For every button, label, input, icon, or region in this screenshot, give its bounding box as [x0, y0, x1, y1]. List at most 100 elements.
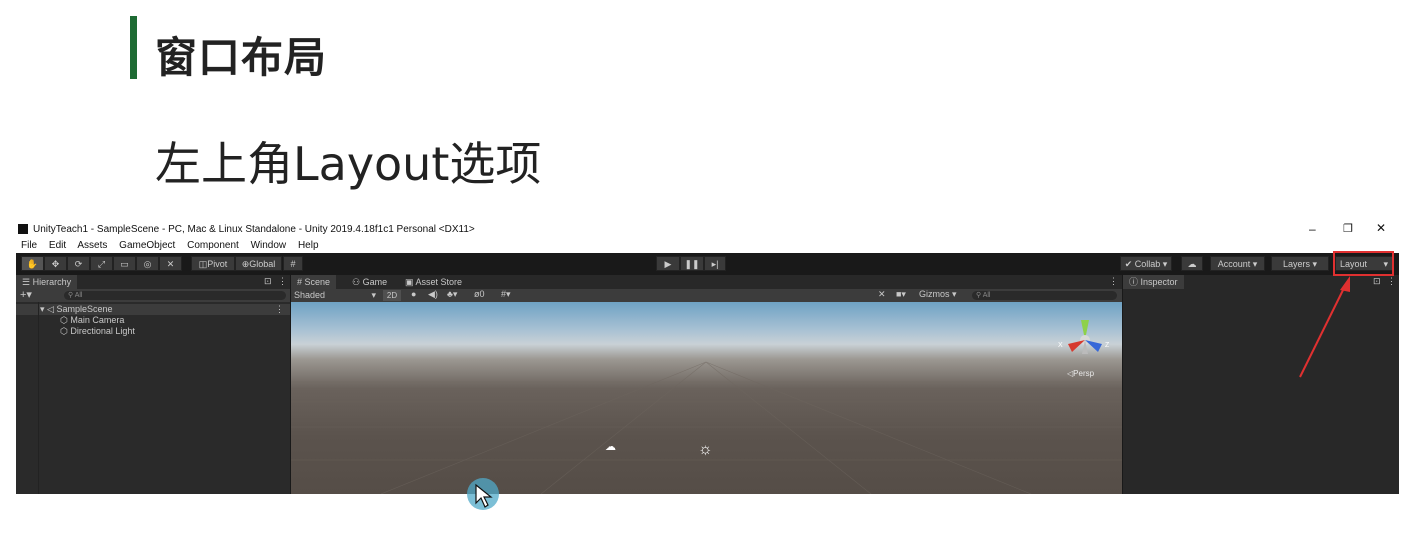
inspector-tab-label: Inspector	[1140, 277, 1178, 287]
window-titlebar: UnityTeach1 - SampleScene - PC, Mac & Li…	[16, 218, 1399, 240]
search-icon: ⚲	[976, 292, 982, 299]
close-button[interactable]: ✕	[1376, 221, 1386, 235]
lock-icon[interactable]: ⊡	[1373, 276, 1381, 287]
divider	[38, 302, 39, 494]
custom-tool-icon[interactable]: ✕	[159, 256, 182, 271]
2d-toggle[interactable]: 2D	[383, 290, 401, 301]
pause-button[interactable]: ❚❚	[680, 256, 704, 271]
axis-gizmo-icon	[1068, 320, 1102, 354]
scene-search-input[interactable]: ⚲ All	[972, 291, 1117, 300]
layers-label: Layers	[1282, 259, 1310, 269]
move-tool-icon[interactable]: ✥	[44, 256, 67, 271]
lighting-icon[interactable]: ●	[411, 289, 416, 299]
scene-toolbar: Shaded ▾ 2D ● ◀) ♣▾ ø0 #▾ ✕ ■▾ Gizmos ▾ ⚲…	[291, 289, 1122, 302]
layers-dropdown[interactable]: Layers ▾	[1271, 256, 1329, 271]
scene-gizmo[interactable]: X Z	[1058, 314, 1118, 362]
collab-label: Collab	[1134, 259, 1161, 269]
slide-subtitle: 左上角Layout选项	[155, 137, 542, 191]
editor-panels: ☰ Hierarchy ⊡ ⋮ +▾ ⚲ All ▾ ◁ SampleScene…	[16, 275, 1399, 494]
store-icon: ▣	[405, 277, 414, 287]
cursor-icon	[475, 483, 493, 508]
gizmo-x-label: X	[1058, 342, 1063, 349]
menu-assets[interactable]: Assets	[77, 240, 107, 251]
grid-toggle-icon[interactable]: #▾	[501, 289, 511, 300]
title-accent-bar	[130, 16, 137, 79]
list-item-label: Main Camera	[70, 315, 125, 325]
scene-tabbar: # Scene ⚇ Game ▣ Asset Store ⋮	[291, 275, 1122, 289]
list-item[interactable]: ⬡ Main Camera	[60, 315, 124, 326]
info-icon: ⓘ	[1129, 277, 1139, 287]
rotate-tool-icon[interactable]: ⟳	[67, 256, 90, 271]
scene-name: SampleScene	[56, 304, 113, 314]
chevron-down-icon: ▾	[371, 290, 376, 300]
more-options-icon[interactable]: ⋮	[1387, 276, 1396, 287]
add-button[interactable]: +▾	[20, 288, 32, 301]
more-options-icon[interactable]: ⋮	[278, 276, 287, 287]
scene-row[interactable]: ▾ ◁ SampleScene ⋮	[16, 304, 290, 315]
hidden-count: 0	[479, 289, 485, 299]
hierarchy-toolbar: +▾ ⚲ All	[16, 289, 290, 302]
menu-file[interactable]: File	[21, 240, 37, 251]
tools-icon[interactable]: ✕	[878, 289, 886, 300]
tab-scene[interactable]: # Scene	[291, 275, 337, 289]
gizmo-z-label: Z	[1105, 342, 1110, 349]
unity-editor-window: UnityTeach1 - SampleScene - PC, Mac & Li…	[16, 218, 1399, 494]
grid-snap-icon[interactable]: #	[283, 256, 303, 271]
hierarchy-tabbar: ☰ Hierarchy ⊡ ⋮	[16, 275, 290, 289]
hand-tool-icon[interactable]: ✋	[21, 256, 44, 271]
lock-icon[interactable]: ⊡	[264, 276, 272, 287]
list-item-label: Directional Light	[70, 326, 135, 336]
hidden-objects-toggle[interactable]: ø0	[474, 289, 485, 299]
shading-dropdown[interactable]: Shaded ▾	[292, 289, 380, 302]
restore-button[interactable]: ❐	[1343, 222, 1353, 235]
tab-game[interactable]: ⚇ Game	[346, 275, 393, 289]
tab-inspector[interactable]: ⓘ Inspector	[1123, 275, 1184, 289]
scale-tool-icon[interactable]: ⤢	[90, 256, 113, 271]
step-button[interactable]: ▸|	[704, 256, 726, 271]
menu-bar: File Edit Assets GameObject Component Wi…	[16, 239, 1399, 253]
expand-arrow-icon: ▾	[40, 304, 45, 314]
menu-window[interactable]: Window	[251, 240, 287, 251]
slide-title: 窗口布局	[155, 33, 328, 82]
collab-dropdown[interactable]: ✔ Collab ▾	[1120, 256, 1172, 271]
global-label: Global	[249, 259, 276, 269]
pivot-label: Pivot	[207, 259, 228, 269]
menu-help[interactable]: Help	[298, 240, 319, 251]
account-dropdown[interactable]: Account ▾	[1210, 256, 1265, 271]
scene-menu-icon[interactable]: ⋮	[275, 304, 284, 315]
gizmos-dropdown[interactable]: Gizmos ▾	[919, 289, 965, 300]
pivot-toggle[interactable]: ◫Pivot	[191, 256, 235, 271]
persp-toggle[interactable]: ◁Persp	[1067, 369, 1094, 378]
camera-gizmo-icon[interactable]: ☁	[605, 440, 616, 453]
transform-tool-icon[interactable]: ◎	[136, 256, 159, 271]
audio-icon[interactable]: ◀)	[428, 289, 438, 300]
window-title: UnityTeach1 - SampleScene - PC, Mac & Li…	[33, 224, 475, 235]
shading-label: Shaded	[294, 290, 326, 300]
collab-icon: ✔	[1124, 259, 1133, 269]
global-toggle[interactable]: ⊕Global	[235, 256, 282, 271]
rect-tool-icon[interactable]: ▭	[113, 256, 136, 271]
list-item[interactable]: ⬡ Directional Light	[60, 326, 135, 337]
play-button[interactable]: ▶	[656, 256, 680, 271]
menu-component[interactable]: Component	[187, 240, 239, 251]
hierarchy-search-input[interactable]: ⚲ All	[64, 291, 286, 300]
more-options-icon[interactable]: ⋮	[1109, 276, 1118, 287]
gizmos-label: Gizmos	[919, 289, 950, 299]
menu-edit[interactable]: Edit	[49, 240, 66, 251]
gamepad-icon: ⚇	[352, 277, 361, 287]
menu-gameobject[interactable]: GameObject	[119, 240, 175, 251]
scene-viewport[interactable]: X Z ◁Persp ☁ ☼	[291, 302, 1122, 494]
annotation-arrow	[1299, 276, 1350, 378]
effects-icon[interactable]: ♣▾	[447, 289, 457, 300]
cloud-icon[interactable]: ☁	[1181, 256, 1203, 271]
search-icon: ⚲	[68, 292, 74, 299]
scene-icon: ◁	[47, 304, 54, 314]
minimize-button[interactable]: –	[1309, 222, 1316, 236]
pivot-icon: ◫	[198, 259, 208, 269]
light-gizmo-icon[interactable]: ☼	[698, 441, 713, 459]
tab-asset-store[interactable]: ▣ Asset Store	[399, 275, 468, 289]
tab-asset-store-label: Asset Store	[415, 277, 463, 287]
tab-hierarchy[interactable]: ☰ Hierarchy	[16, 275, 78, 289]
scene-search-placeholder: All	[982, 292, 991, 299]
camera-icon[interactable]: ■▾	[896, 289, 906, 300]
